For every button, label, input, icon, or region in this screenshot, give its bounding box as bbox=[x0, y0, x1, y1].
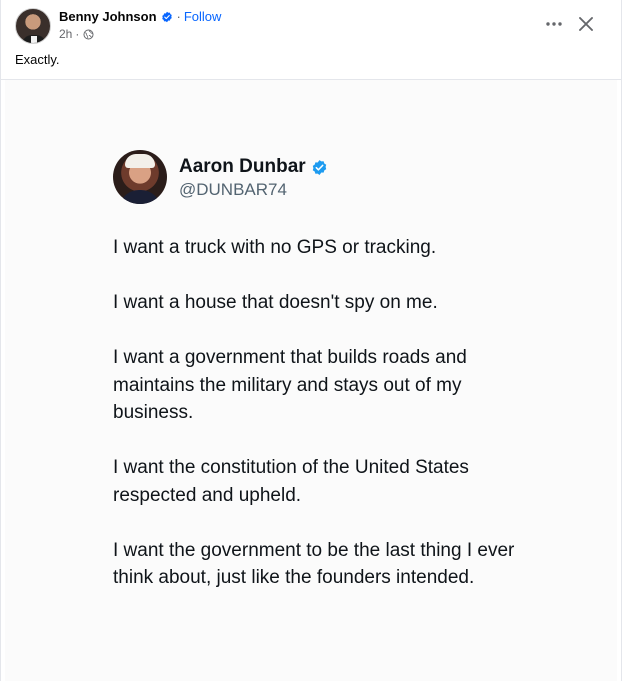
tweet-avatar-cap bbox=[125, 154, 155, 168]
author-avatar[interactable] bbox=[15, 8, 51, 44]
post-media-image[interactable]: Aaron Dunbar @DUNBAR74 I want a truck wi… bbox=[5, 80, 617, 681]
tweet-author-avatar bbox=[113, 150, 167, 204]
tweet-author-name: Aaron Dunbar bbox=[179, 156, 306, 177]
tweet-author-handle: @DUNBAR74 bbox=[179, 180, 287, 199]
follow-button[interactable]: Follow bbox=[184, 9, 222, 25]
facebook-post: Benny Johnson · Follow 2h · Exactly. Aar… bbox=[0, 0, 622, 681]
more-horizontal-icon bbox=[546, 22, 562, 26]
tweet-name-line: Aaron Dunbar bbox=[179, 156, 328, 178]
tweet-paragraph: I want a house that doesn't spy on me. bbox=[113, 292, 438, 313]
tweet-verified-badge-icon bbox=[312, 159, 326, 175]
post-header: Benny Johnson · Follow 2h · bbox=[15, 7, 607, 45]
verified-badge-icon bbox=[161, 11, 172, 23]
tweet-paragraph: I want the government to be the last thi… bbox=[113, 539, 515, 589]
post-timestamp[interactable]: 2h bbox=[59, 27, 72, 42]
post-caption: Exactly. bbox=[15, 52, 60, 67]
tweet-paragraph: I want a government that builds roads an… bbox=[113, 347, 467, 423]
more-options-button[interactable] bbox=[541, 11, 567, 37]
avatar-collar bbox=[31, 36, 37, 43]
close-button[interactable] bbox=[573, 11, 599, 37]
close-icon bbox=[579, 17, 593, 31]
tweet-body: I want a truck with no GPS or tracking. … bbox=[113, 234, 533, 619]
post-meta: 2h · bbox=[59, 27, 94, 42]
author-name-link[interactable]: Benny Johnson bbox=[59, 9, 157, 25]
tweet-paragraph: I want the constitution of the United St… bbox=[113, 457, 469, 506]
meta-separator: · bbox=[75, 27, 80, 41]
tweet-avatar-uniform bbox=[119, 190, 161, 204]
tweet-paragraph: I want a truck with no GPS or tracking. bbox=[113, 237, 437, 258]
author-line: Benny Johnson · Follow bbox=[59, 9, 221, 25]
separator-dot: · bbox=[176, 9, 181, 24]
globe-icon[interactable] bbox=[83, 29, 94, 40]
